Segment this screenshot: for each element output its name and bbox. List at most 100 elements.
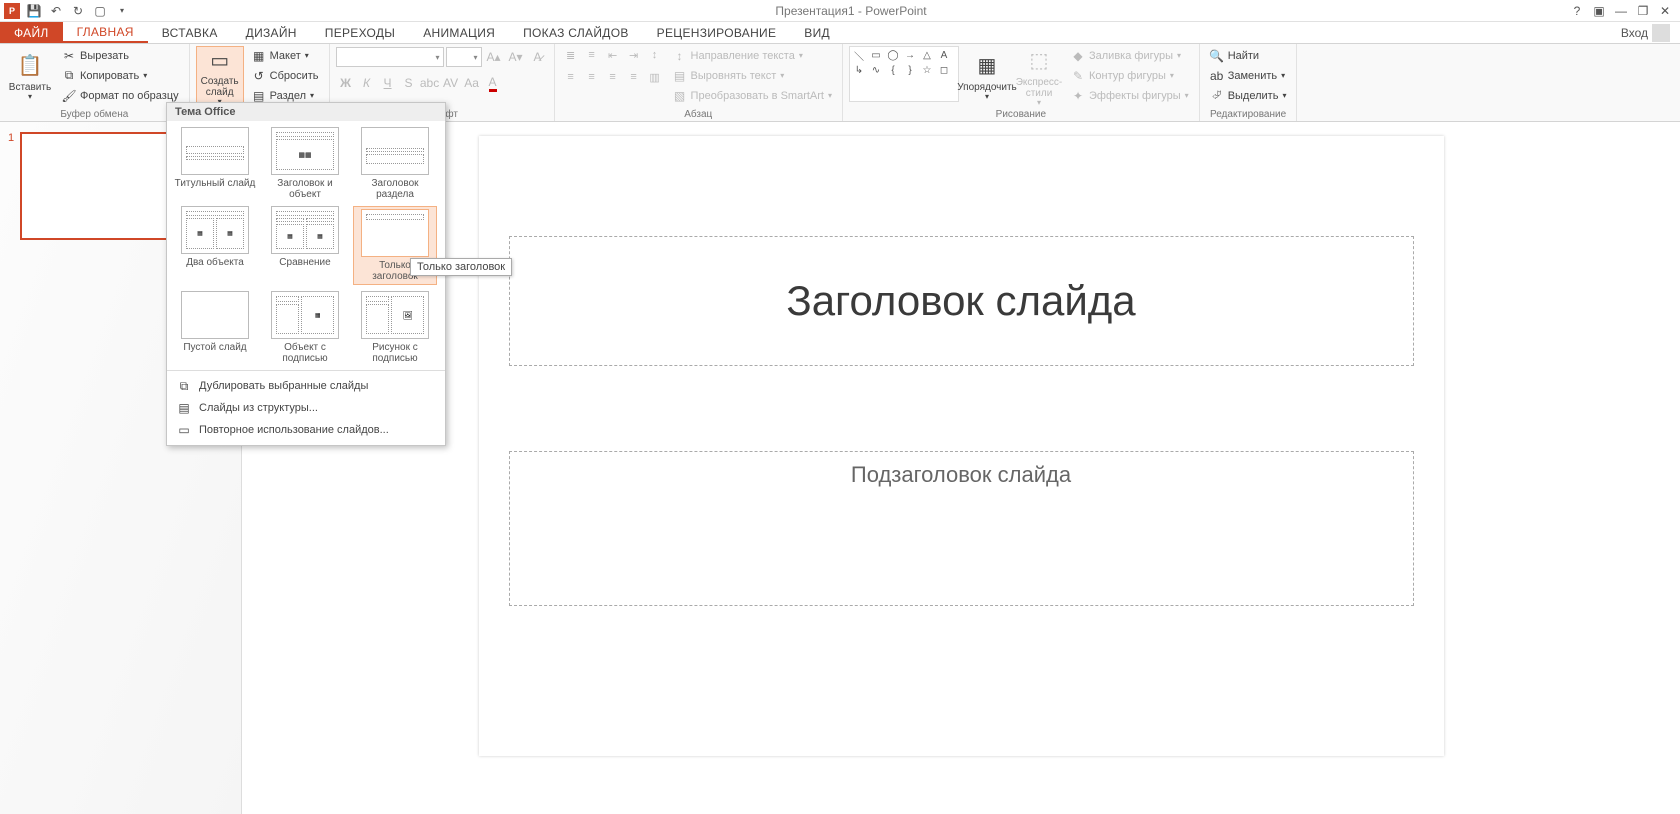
ribbon-options-icon[interactable]: ▣ <box>1590 4 1608 18</box>
section-icon: ▤ <box>252 89 266 103</box>
line-spacing-button[interactable]: ↕ <box>645 46 665 64</box>
undo-icon[interactable]: ↶ <box>48 3 64 19</box>
tab-transitions[interactable]: ПЕРЕХОДЫ <box>311 22 409 43</box>
tab-slideshow[interactable]: ПОКАЗ СЛАЙДОВ <box>509 22 643 43</box>
shapes-gallery[interactable]: ＼ ▭ ◯ → △ A ↳ ∿ { } ☆ ◻ <box>849 46 959 102</box>
restore-icon[interactable]: ❐ <box>1634 4 1652 18</box>
sign-in-label: Вход <box>1621 26 1648 40</box>
shape-curve-icon: ∿ <box>869 64 883 76</box>
shape-outline-button[interactable]: ✎Контур фигуры▾ <box>1067 66 1193 85</box>
shape-callout-icon: ◻ <box>937 64 951 76</box>
group-label: Редактирование <box>1206 108 1291 121</box>
help-icon[interactable]: ? <box>1568 4 1586 18</box>
arrange-button[interactable]: ▦ Упорядочить▾ <box>963 46 1011 108</box>
layout-blank[interactable]: Пустой слайд <box>173 291 257 364</box>
layout-icon: ▦ <box>252 49 266 63</box>
reuse-slides-item[interactable]: ▭Повторное использование слайдов... <box>167 419 445 441</box>
sign-in[interactable]: Вход <box>1611 22 1680 43</box>
slides-from-outline-item[interactable]: ▤Слайды из структуры... <box>167 397 445 419</box>
slide[interactable]: Заголовок слайда Подзаголовок слайда <box>479 136 1444 756</box>
layout-picture-caption[interactable]: 🖼 Рисунок с подписью <box>353 291 437 364</box>
bullets-button[interactable]: ≣ <box>561 46 581 64</box>
tab-home[interactable]: ГЛАВНАЯ <box>63 22 148 43</box>
align-text-button[interactable]: ▤Выровнять текст▾ <box>669 66 836 85</box>
shape-arrow-icon: → <box>903 49 917 61</box>
layout-content-caption[interactable]: ▦ Объект с подписью <box>263 291 347 364</box>
justify-button[interactable]: ≡ <box>624 68 644 86</box>
align-left-button[interactable]: ≡ <box>561 68 581 86</box>
shape-tri-icon: △ <box>920 49 934 61</box>
layout-title-slide[interactable]: Титульный слайд <box>173 127 257 200</box>
indent-button[interactable]: ⇥ <box>624 46 644 64</box>
layout-title-content[interactable]: ▦▦ Заголовок и объект <box>263 127 347 200</box>
outdent-button[interactable]: ⇤ <box>603 46 623 64</box>
font-family-combo[interactable] <box>336 47 444 67</box>
new-slide-button[interactable]: ▭ Создать слайд ▾ <box>196 46 244 108</box>
title-placeholder[interactable]: Заголовок слайда <box>509 236 1414 366</box>
align-right-button[interactable]: ≡ <box>603 68 623 86</box>
bold-button[interactable]: Ж <box>336 73 356 93</box>
replace-button[interactable]: abЗаменить▾ <box>1206 66 1291 85</box>
grow-font-button[interactable]: A▴ <box>484 47 504 67</box>
quick-styles-button[interactable]: ⬚ Экспресс-стили▾ <box>1015 46 1063 108</box>
subtitle-placeholder[interactable]: Подзаголовок слайда <box>509 451 1414 606</box>
columns-button[interactable]: ▥ <box>645 68 665 86</box>
text-direction-button[interactable]: ↕Направление текста▾ <box>669 46 836 65</box>
shadow-button[interactable]: abc <box>420 73 440 93</box>
shape-effects-button[interactable]: ✦Эффекты фигуры▾ <box>1067 86 1193 105</box>
shape-fill-button[interactable]: ◆Заливка фигуры▾ <box>1067 46 1193 65</box>
start-slideshow-icon[interactable]: ▢ <box>92 3 108 19</box>
brush-icon: 🖌 <box>62 89 76 103</box>
thumbnail-number: 1 <box>8 132 14 240</box>
redo-icon[interactable]: ↻ <box>70 3 86 19</box>
qat-dropdown-icon[interactable]: ▾ <box>114 3 130 19</box>
layout-button[interactable]: ▦Макет▾ <box>248 46 323 65</box>
cut-button[interactable]: ✂Вырезать <box>58 46 183 65</box>
outline-icon: ✎ <box>1071 69 1085 83</box>
strike-button[interactable]: S <box>399 73 419 93</box>
font-color-button[interactable]: A <box>483 73 503 93</box>
new-slide-gallery: Тема Office Титульный слайд ▦▦ Заголовок… <box>166 102 446 446</box>
tab-animation[interactable]: АНИМАЦИЯ <box>409 22 509 43</box>
minimize-icon[interactable]: — <box>1612 4 1630 18</box>
find-button[interactable]: 🔍Найти <box>1206 46 1291 65</box>
gallery-footer: ⧉Дублировать выбранные слайды ▤Слайды из… <box>167 370 445 445</box>
reset-button[interactable]: ↺Сбросить <box>248 66 323 85</box>
window-controls: ? ▣ — ❐ ✕ <box>1568 4 1680 18</box>
shape-text-icon: A <box>937 49 951 61</box>
paste-button[interactable]: 📋 Вставить ▾ <box>6 46 54 108</box>
layout-section-header[interactable]: Заголовок раздела <box>353 127 437 200</box>
smartart-button[interactable]: ▧Преобразовать в SmartArt▾ <box>669 86 836 105</box>
save-icon[interactable]: 💾 <box>26 3 42 19</box>
group-label: Абзац <box>561 108 836 121</box>
slide-canvas-area[interactable]: Заголовок слайда Подзаголовок слайда <box>242 122 1680 814</box>
clear-format-button[interactable]: A̷ <box>528 47 548 67</box>
copy-icon: ⧉ <box>62 69 76 83</box>
group-clipboard: 📋 Вставить ▾ ✂Вырезать ⧉Копировать▾ 🖌Фор… <box>0 44 190 121</box>
tab-design[interactable]: ДИЗАЙН <box>232 22 311 43</box>
underline-button[interactable]: Ч <box>378 73 398 93</box>
tab-review[interactable]: РЕЦЕНЗИРОВАНИЕ <box>643 22 791 43</box>
select-button[interactable]: ⮰Выделить▾ <box>1206 86 1291 105</box>
shrink-font-button[interactable]: A▾ <box>506 47 526 67</box>
duplicate-slides-item[interactable]: ⧉Дублировать выбранные слайды <box>167 375 445 397</box>
spacing-button[interactable]: AV <box>441 73 461 93</box>
font-size-combo[interactable] <box>446 47 482 67</box>
layout-comparison[interactable]: ▦▦ Сравнение <box>263 206 347 285</box>
case-button[interactable]: Aa <box>462 73 482 93</box>
close-icon[interactable]: ✕ <box>1656 4 1674 18</box>
align-icon: ▤ <box>673 69 687 83</box>
format-painter-button[interactable]: 🖌Формат по образцу <box>58 86 183 105</box>
align-center-button[interactable]: ≡ <box>582 68 602 86</box>
tab-view[interactable]: ВИД <box>790 22 844 43</box>
numbering-button[interactable]: ≡ <box>582 46 602 64</box>
gallery-grid: Титульный слайд ▦▦ Заголовок и объект За… <box>167 121 445 370</box>
layout-two-content[interactable]: ▦▦ Два объекта <box>173 206 257 285</box>
group-label: Рисование <box>849 108 1193 121</box>
group-drawing: ＼ ▭ ◯ → △ A ↳ ∿ { } ☆ ◻ ▦ Упорядочить▾ ⬚… <box>843 44 1200 121</box>
tab-file[interactable]: ФАЙЛ <box>0 22 63 43</box>
shape-connector-icon: ↳ <box>852 64 866 76</box>
copy-button[interactable]: ⧉Копировать▾ <box>58 66 183 85</box>
tab-insert[interactable]: ВСТАВКА <box>148 22 232 43</box>
italic-button[interactable]: К <box>357 73 377 93</box>
